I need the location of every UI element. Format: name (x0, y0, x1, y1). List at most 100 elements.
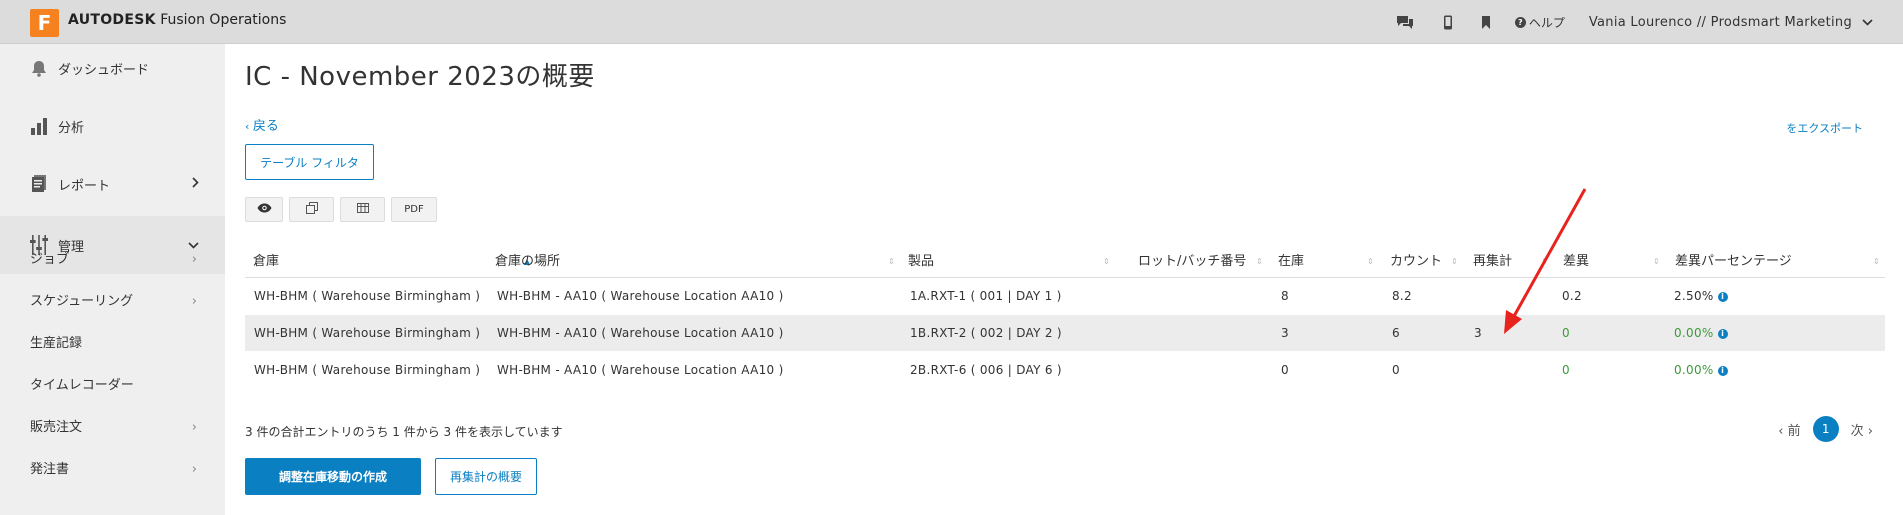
mobile-icon[interactable] (1443, 15, 1453, 30)
table-cell-location: WH-BHM - AA10 ( Warehouse Location AA10 … (497, 278, 784, 315)
column-header[interactable]: 再集計 (1473, 246, 1512, 278)
info-icon[interactable]: i (1717, 291, 1728, 302)
info-icon[interactable]: i (1717, 365, 1728, 376)
copy-icon (305, 202, 318, 217)
chat-icon[interactable] (1395, 14, 1415, 30)
export-link[interactable]: をエクスポート (1786, 120, 1863, 136)
cell-value: 1A.RXT-1 ( 001 | DAY 1 ) (910, 289, 1062, 303)
sidebar-item-dashboard[interactable]: ダッシュボード (0, 50, 225, 86)
table-cell-pct: 0.00% i (1674, 315, 1728, 352)
view-toggle-button[interactable] (245, 197, 283, 222)
chevron-down-icon (1862, 15, 1873, 29)
bell-icon (28, 60, 50, 77)
fusion-logo[interactable]: F (30, 9, 59, 37)
sidebar-subitem[interactable]: スケジューリング › (0, 291, 225, 313)
page-title: IC - November 2023の概要 (245, 62, 595, 92)
column-header[interactable]: 倉庫の場所 (495, 246, 560, 278)
sidebar-subitem-label: スケジューリング (30, 294, 134, 309)
table-cell-diff: 0.2 (1562, 278, 1582, 315)
next-label: 次 (1850, 423, 1864, 439)
sort-icon[interactable]: ⇕ (1451, 246, 1458, 278)
csv-button[interactable] (340, 197, 385, 222)
table-cell-location: WH-BHM - AA10 ( Warehouse Location AA10 … (497, 315, 784, 352)
cell-value: 0.00% (1674, 363, 1714, 377)
back-link[interactable]: ‹ 戻る (245, 115, 279, 134)
cell-value: WH-BHM ( Warehouse Birmingham ) (254, 363, 481, 377)
cell-value: 2B.RXT-6 ( 006 | DAY 6 ) (910, 363, 1062, 377)
column-header[interactable]: 在庫 (1278, 246, 1304, 278)
sidebar-subitem[interactable]: ジョブ › (0, 249, 225, 271)
sidebar-subitem-label: タイムレコーダー (30, 378, 134, 393)
sort-icon[interactable]: ⇕ (1103, 246, 1110, 278)
table-header: 倉庫 ▲ 倉庫の場所 ⇕ 製品 ⇕ ロット/バッチ番号 ⇕ 在庫 ⇕ カウント ⇕ 再集計 ⇕ 差異 ⇕ 差異パ… (245, 246, 1885, 278)
prev-label: 前 (1787, 423, 1801, 439)
column-header[interactable]: ロット/バッチ番号 (1138, 246, 1246, 278)
sort-icon[interactable]: ⇕ (1541, 246, 1548, 278)
page-1-button[interactable]: 1 (1812, 416, 1839, 442)
cell-value: 0.2 (1562, 289, 1582, 303)
chevron-right-icon (192, 176, 199, 192)
sidebar-subitem[interactable]: タイムレコーダー (0, 375, 225, 397)
sidebar-subitem[interactable]: 発注書 › (0, 459, 225, 481)
column-header[interactable]: カウント (1390, 246, 1442, 278)
sort-icon[interactable]: ⇕ (1873, 246, 1880, 278)
sort-icon[interactable]: ⇕ (1256, 246, 1263, 278)
help-menu[interactable]: ? ヘルプ (1514, 14, 1565, 31)
chevron-right-icon: › (191, 420, 197, 435)
brand-name: AUTODESK (68, 12, 156, 28)
brand-product: Fusion Operations (155, 12, 287, 28)
sidebar-subitem-label: 発注書 (30, 462, 70, 477)
sort-icon[interactable]: ⇕ (888, 246, 895, 278)
cell-value: 0 (1281, 363, 1289, 377)
column-header[interactable]: 差異 (1563, 246, 1589, 278)
inventory-count-table: 倉庫 ▲ 倉庫の場所 ⇕ 製品 ⇕ ロット/バッチ番号 ⇕ 在庫 ⇕ カウント ⇕ 再集計 ⇕ 差異 ⇕ 差異パ… (245, 246, 1885, 389)
table-cell-count: 6 (1392, 315, 1400, 352)
cell-value: 0 (1562, 363, 1570, 377)
cell-value: WH-BHM ( Warehouse Birmingham ) (254, 289, 481, 303)
table-cell-diff: 0 (1562, 315, 1570, 352)
eye-icon (257, 203, 272, 216)
cell-value: 8.2 (1392, 289, 1412, 303)
prev-page-link[interactable]: ‹ 前 (1778, 420, 1800, 439)
chevron-left-icon: ‹ (1778, 423, 1788, 439)
copy-button[interactable] (289, 197, 334, 222)
cell-value: 8 (1281, 289, 1289, 303)
column-header[interactable]: 製品 (908, 246, 934, 278)
sidebar-subitem[interactable]: 販売注文 › (0, 417, 225, 439)
create-adjustment-button[interactable]: 調整在庫移動の作成 (245, 458, 421, 495)
recount-summary-button[interactable]: 再集計の概要 (435, 458, 537, 495)
table-cell-recount: 3 (1474, 315, 1482, 352)
table-cell-product: 1B.RXT-2 ( 002 | DAY 2 ) (910, 315, 1062, 352)
sort-icon[interactable]: ⇕ (1367, 246, 1374, 278)
table-cell-pct: 2.50% i (1674, 278, 1728, 315)
table-info: 3 件の合計エントリのうち 1 件から 3 件を表示しています (245, 425, 563, 439)
chevron-right-icon: › (1863, 423, 1873, 439)
next-page-link[interactable]: 次 › (1851, 420, 1873, 439)
pdf-button[interactable]: PDF (391, 197, 437, 222)
sidebar-item-label: 分析 (58, 120, 85, 136)
app-title: AUTODESK Fusion Operations (68, 12, 286, 28)
table-filter-button[interactable]: テーブル フィルタ (245, 144, 374, 180)
sidebar-subitem-label: 生産記録 (30, 336, 83, 351)
table-cell-diff: 0 (1562, 352, 1570, 389)
sidebar-subitem[interactable]: 生産記録 (0, 333, 225, 355)
pagination: ‹ 前 1 次 › (1778, 416, 1873, 442)
column-header[interactable]: 倉庫 (253, 246, 279, 278)
sidebar-item-analysis[interactable]: 分析 (0, 108, 225, 144)
column-header[interactable]: 差異パーセンテージ (1675, 246, 1792, 278)
cell-value: 2.50% (1674, 289, 1714, 303)
sort-icon[interactable]: ⇕ (1653, 246, 1660, 278)
user-menu[interactable]: Vania Lourenco // Prodsmart Marketing (1589, 15, 1873, 30)
chevron-left-icon: ‹ (245, 120, 253, 133)
info-icon[interactable]: i (1717, 328, 1728, 339)
sidebar: ダッシュボード 分析 レポート 管理 ジョブ › スケジューリング › 生産記録 タイムレ… (0, 44, 225, 515)
cell-value: WH-BHM - AA10 ( Warehouse Location AA10 … (497, 326, 784, 340)
table-cell-product: 2B.RXT-6 ( 006 | DAY 6 ) (910, 352, 1062, 389)
chevron-right-icon: › (191, 294, 197, 309)
sidebar-item-reports[interactable]: レポート (0, 166, 225, 202)
bookmark-icon[interactable] (1481, 15, 1491, 29)
cell-value: 6 (1392, 326, 1400, 340)
bar-chart-icon (28, 117, 50, 135)
table-body: WH-BHM ( Warehouse Birmingham ) WH-BHM - … (245, 278, 1885, 389)
cell-value: 3 (1474, 326, 1482, 340)
